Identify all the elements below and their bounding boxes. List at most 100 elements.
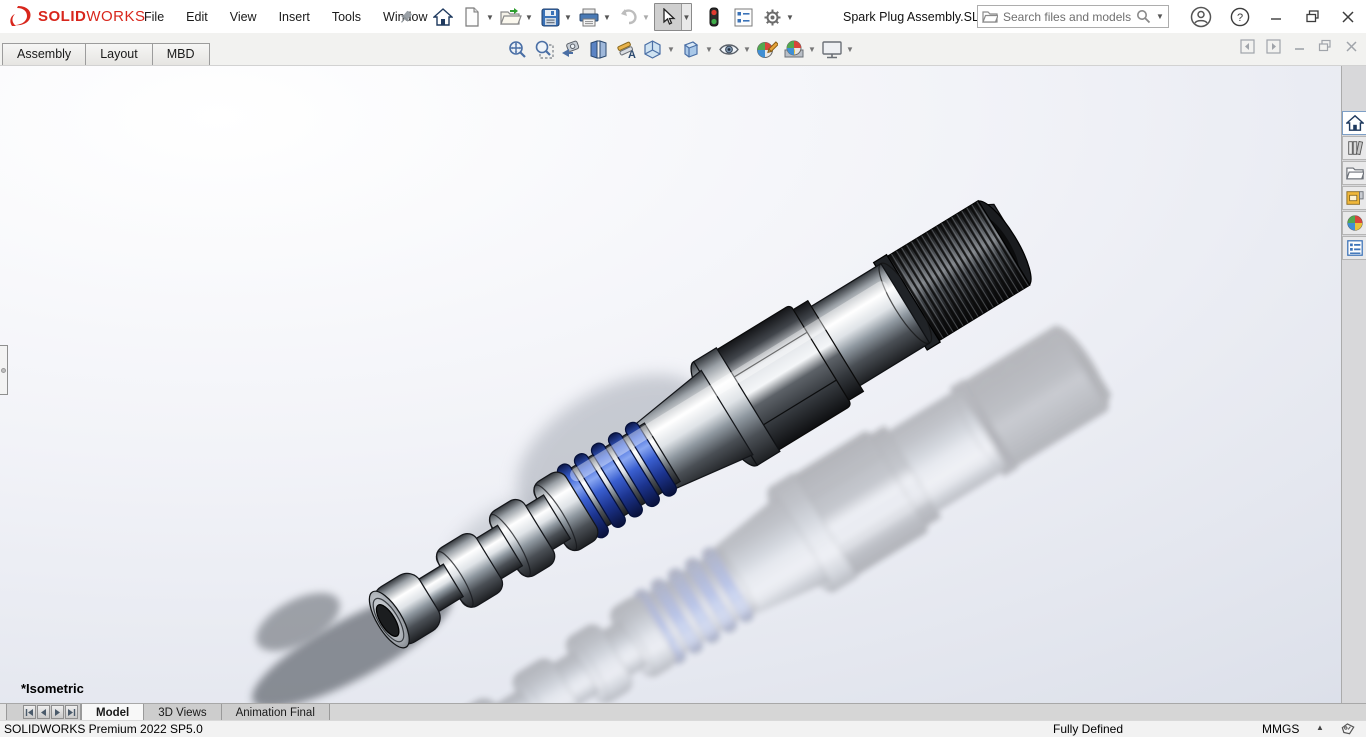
ds-swoosh-icon xyxy=(10,6,31,26)
command-manager-tabs: Assembly Layout MBD xyxy=(2,43,210,65)
taskpane-home-icon[interactable] xyxy=(1342,111,1366,135)
tile-right-icon[interactable] xyxy=(1264,37,1282,55)
tab-mbd[interactable]: MBD xyxy=(151,43,210,65)
hide-show-items-icon[interactable] xyxy=(716,36,741,62)
units-dropdown-icon[interactable]: ▲ xyxy=(1316,723,1324,732)
search-input[interactable] xyxy=(1003,9,1131,24)
restore-button[interactable] xyxy=(1294,0,1330,33)
taskpane-view-palette-icon[interactable] xyxy=(1342,186,1366,210)
taskpane-file-explorer-icon[interactable] xyxy=(1342,161,1366,185)
tags-icon[interactable] xyxy=(1340,721,1357,737)
dynamic-annotation-views-icon[interactable]: A xyxy=(613,36,638,62)
search-folder-icon xyxy=(982,11,998,23)
menu-edit[interactable]: Edit xyxy=(175,0,219,33)
tile-left-icon[interactable] xyxy=(1238,37,1256,55)
view-settings-dropdown[interactable]: ▼ xyxy=(846,45,855,54)
apply-scene-icon[interactable] xyxy=(781,36,806,62)
print-button[interactable] xyxy=(576,3,602,31)
view-settings-icon[interactable] xyxy=(819,36,844,62)
print-dropdown[interactable]: ▼ xyxy=(602,3,612,31)
tab-model[interactable]: Model xyxy=(81,704,145,720)
zoom-to-area-icon[interactable] xyxy=(532,36,557,62)
search-icon[interactable] xyxy=(1136,9,1151,24)
evaluate-list-icon[interactable] xyxy=(730,3,756,31)
doc-restore-icon[interactable] xyxy=(1316,37,1334,55)
save-dropdown[interactable]: ▼ xyxy=(563,3,573,31)
brand-text: SOLIDWORKS xyxy=(38,7,146,25)
search-dropdown[interactable]: ▼ xyxy=(1156,3,1164,31)
options-dropdown[interactable]: ▼ xyxy=(785,3,795,31)
save-button[interactable] xyxy=(537,3,563,31)
headsup-view-toolbar: A ▼ ▼ ▼ ▼ ▼ xyxy=(505,36,855,62)
undo-dropdown[interactable]: ▼ xyxy=(641,3,651,31)
taskpane-appearances-icon[interactable] xyxy=(1342,211,1366,235)
previous-sheet-button[interactable] xyxy=(37,705,50,719)
open-dropdown[interactable]: ▼ xyxy=(524,3,534,31)
close-button[interactable] xyxy=(1330,0,1366,33)
undo-button[interactable] xyxy=(615,3,641,31)
tab-splitter-handle[interactable] xyxy=(0,704,7,720)
spark-plug-3d-model[interactable] xyxy=(0,66,1366,703)
display-style-icon[interactable] xyxy=(678,36,703,62)
doc-close-icon[interactable] xyxy=(1342,37,1360,55)
minimize-button[interactable] xyxy=(1258,0,1294,33)
task-pane xyxy=(1341,66,1366,703)
status-bar: SOLIDWORKS Premium 2022 SP5.0 Fully Defi… xyxy=(0,720,1366,737)
document-window-controls xyxy=(1238,37,1360,55)
new-document-button[interactable] xyxy=(459,3,485,31)
options-gear-icon[interactable] xyxy=(759,3,785,31)
menu-view[interactable]: View xyxy=(219,0,268,33)
display-style-dropdown[interactable]: ▼ xyxy=(705,45,714,54)
product-version-text: SOLIDWORKS Premium 2022 SP5.0 xyxy=(4,722,203,736)
title-bar: SOLIDWORKS File Edit View Insert Tools W… xyxy=(0,0,1366,33)
command-manager-row: Assembly Layout MBD A ▼ ▼ ▼ ▼ ▼ xyxy=(0,33,1366,66)
view-orientation-dropdown[interactable]: ▼ xyxy=(667,45,676,54)
previous-view-icon[interactable] xyxy=(559,36,584,62)
user-account-icon[interactable] xyxy=(1190,6,1212,28)
main-toolbar: ▼ ▼ ▼ ▼ ▼ ▼ ▼ xyxy=(430,2,798,32)
help-icon[interactable]: ? xyxy=(1222,0,1258,33)
hide-show-dropdown[interactable]: ▼ xyxy=(743,45,752,54)
first-sheet-button[interactable] xyxy=(23,705,36,719)
select-cursor-icon[interactable] xyxy=(655,3,681,31)
bottom-tab-bar: Model 3D Views Animation Final xyxy=(0,703,1366,720)
menu-file[interactable]: File xyxy=(133,0,175,33)
tab-layout[interactable]: Layout xyxy=(85,43,153,65)
window-controls: ? xyxy=(1222,0,1366,33)
menu-tools[interactable]: Tools xyxy=(321,0,372,33)
sheet-nav-buttons xyxy=(7,704,81,720)
svg-text:?: ? xyxy=(1237,12,1243,24)
select-tool-pressed[interactable]: ▼ xyxy=(654,3,692,31)
zoom-to-fit-icon[interactable] xyxy=(505,36,530,62)
open-button[interactable] xyxy=(498,3,524,31)
graphics-viewport[interactable]: *Isometric xyxy=(0,66,1366,703)
feature-tree-collapsed-handle[interactable] xyxy=(0,345,8,395)
edit-appearance-icon[interactable] xyxy=(754,36,779,62)
pin-menu-icon[interactable] xyxy=(395,6,417,28)
home-button[interactable] xyxy=(430,3,456,31)
solidworks-logo: SOLIDWORKS xyxy=(8,4,146,28)
view-orientation-icon[interactable] xyxy=(640,36,665,62)
next-sheet-button[interactable] xyxy=(51,705,64,719)
tab-3d-views[interactable]: 3D Views xyxy=(144,704,222,720)
units-selector[interactable]: MMGS xyxy=(1262,722,1299,736)
last-sheet-button[interactable] xyxy=(65,705,78,719)
apply-scene-dropdown[interactable]: ▼ xyxy=(808,45,817,54)
tab-animation-final[interactable]: Animation Final xyxy=(221,704,330,720)
menu-bar: File Edit View Insert Tools Window xyxy=(133,0,439,33)
view-orientation-label: *Isometric xyxy=(21,681,84,696)
constraint-status-text: Fully Defined xyxy=(1053,722,1124,736)
svg-text:A: A xyxy=(628,49,636,60)
taskpane-custom-properties-icon[interactable] xyxy=(1342,236,1366,260)
rebuild-traffic-light-icon[interactable] xyxy=(701,3,727,31)
handle-dot xyxy=(1,367,6,373)
menu-insert[interactable]: Insert xyxy=(268,0,321,33)
search-box[interactable]: ▼ xyxy=(977,5,1169,28)
tab-assembly[interactable]: Assembly xyxy=(2,43,87,65)
document-title: Spark Plug Assembly.SL... xyxy=(843,9,990,24)
section-view-icon[interactable] xyxy=(586,36,611,62)
select-dropdown[interactable]: ▼ xyxy=(681,4,691,30)
taskpane-design-library-icon[interactable] xyxy=(1342,136,1366,160)
doc-minimize-icon[interactable] xyxy=(1290,37,1308,55)
new-document-dropdown[interactable]: ▼ xyxy=(485,3,495,31)
